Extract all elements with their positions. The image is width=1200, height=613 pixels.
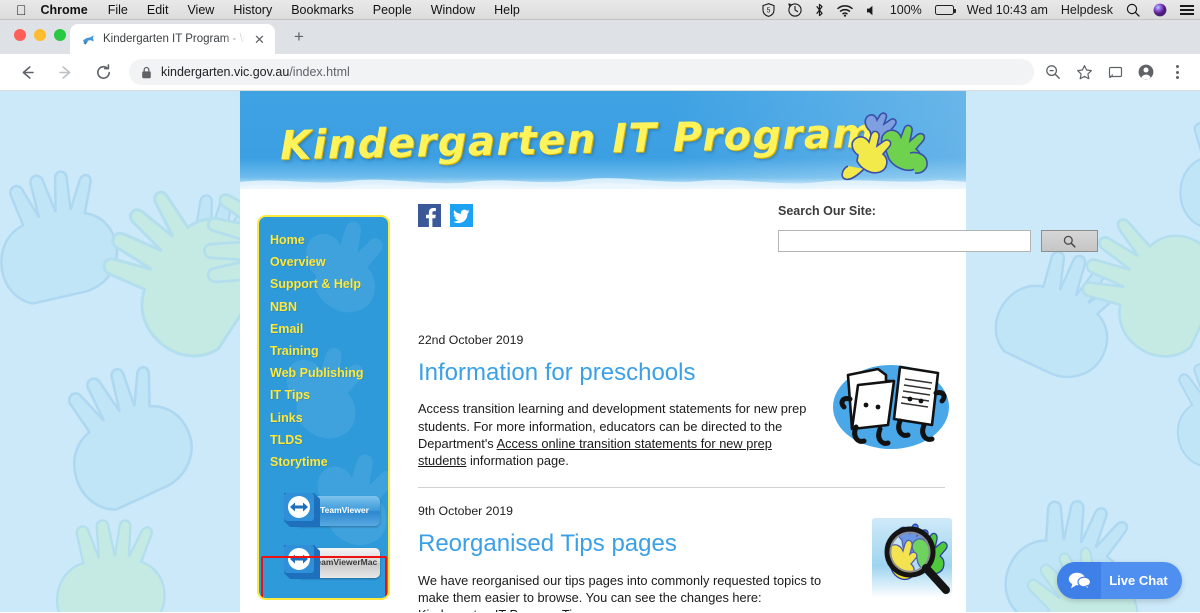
browser-tab-title: Kindergarten IT Program - Wel [103,33,245,45]
twitter-icon[interactable] [450,204,473,227]
window-traffic-lights [14,29,66,41]
menu-item-bookmarks[interactable]: Bookmarks [291,3,354,17]
sidebar-nav-list: Home Overview Support & Help NBN Email T… [259,217,388,473]
sidebar-item-home[interactable]: Home [270,229,388,251]
sidebar-item-it-tips[interactable]: IT Tips [270,384,388,406]
address-bar-host: kindergarten.vic.gov.au [161,65,290,79]
kebab-menu-icon[interactable] [1166,61,1188,83]
sidebar-item-storytime[interactable]: Storytime [270,451,388,473]
address-bar-path: /index.html [289,65,350,79]
search-icon [1063,235,1076,248]
macos-menu-bar:  Chrome File Edit View History Bookmark… [0,0,1200,20]
main-content: Search Our Site: 22nd October 2019 Infor… [418,204,1098,612]
volume-icon[interactable] [866,4,877,17]
sidebar-item-overview[interactable]: Overview [270,251,388,273]
reload-icon[interactable] [89,58,117,86]
live-chat-widget[interactable]: Live Chat [1057,562,1182,599]
article-body-text-after: information page. [466,453,569,468]
browser-toolbar: kindergarten.vic.gov.au /index.html [0,54,1200,91]
menu-item-people[interactable]: People [373,3,412,17]
battery-charging-icon[interactable] [934,5,956,15]
menu-item-help[interactable]: Help [494,3,520,17]
article-body: Access transition learning and developme… [418,400,822,469]
lock-icon [141,66,152,79]
bluetooth-icon[interactable] [815,3,824,17]
minimize-window-button[interactable] [34,29,46,41]
article-divider [418,487,945,489]
menu-item-edit[interactable]: Edit [147,3,169,17]
site-content-column: Kindergarten IT Program Home Overview Su… [240,91,1098,612]
time-machine-icon[interactable] [788,3,802,17]
close-window-button[interactable] [14,29,26,41]
site-banner: Kindergarten IT Program [240,91,966,199]
zoom-out-icon[interactable] [1042,61,1064,83]
sidebar-item-links[interactable]: Links [270,407,388,429]
cast-icon[interactable] [1104,61,1126,83]
notification-center-icon[interactable] [1180,5,1194,15]
folder-and-document-icon [833,365,949,449]
search-label: Search Our Site: [778,204,876,218]
sidebar-item-nbn[interactable]: NBN [270,296,388,318]
search-input[interactable] [778,230,1032,252]
profile-avatar-icon[interactable] [1135,61,1157,83]
back-arrow-icon[interactable] [13,58,41,86]
search-button[interactable] [1041,230,1098,252]
forward-arrow-icon[interactable] [51,58,79,86]
chat-bubble-icon [1057,562,1101,599]
article-body: We have reorganised our tips pages into … [418,572,822,612]
sidebar-item-tlds[interactable]: TLDS [270,429,388,451]
teamviewer-logo-icon [283,493,320,528]
shield-5-icon[interactable]: 5 [762,3,775,17]
menu-bar-status-area: 5 100% Wed 10:43 am Helpdesk [762,0,1194,20]
menu-item-history[interactable]: History [233,3,272,17]
site-favicon [81,32,96,47]
browser-tab-strip: Kindergarten IT Program - Wel ✕ + [0,20,1200,54]
browser-tab[interactable]: Kindergarten IT Program - Wel ✕ [70,24,275,54]
torn-paper-edge [240,178,966,199]
maximize-window-button[interactable] [54,29,66,41]
wifi-icon[interactable] [837,4,853,17]
address-bar[interactable]: kindergarten.vic.gov.au /index.html [129,59,1034,85]
clock-label[interactable]: Wed 10:43 am [967,3,1048,17]
facebook-icon[interactable] [418,204,441,227]
search-row [778,230,1098,252]
page-viewport: Kindergarten IT Program Home Overview Su… [0,91,1200,612]
live-chat-label: Live Chat [1109,573,1168,588]
teamviewer-mac-highlight-box [261,556,387,598]
close-icon[interactable]: ✕ [252,33,267,46]
sidebar-item-email[interactable]: Email [270,318,388,340]
magnifier-handprints-icon [872,518,952,599]
teamviewer-button-group: TeamViewer TeamViewer Mac [259,487,388,598]
svg-text:5: 5 [766,8,770,15]
sidebar-item-training[interactable]: Training [270,340,388,362]
menu-item-chrome[interactable]: Chrome [41,3,88,17]
news-article: 22nd October 2019 Information for presch… [418,333,949,489]
star-icon[interactable] [1073,61,1095,83]
teamviewer-button[interactable]: TeamViewer [270,487,380,533]
site-sidebar: Home Overview Support & Help NBN Email T… [257,215,390,600]
battery-percent-label: 100% [889,3,922,17]
menu-item-view[interactable]: View [187,3,214,17]
sidebar-item-support-help[interactable]: Support & Help [270,273,388,295]
menu-item-file[interactable]: File [108,3,128,17]
new-tab-button[interactable]: + [289,27,309,47]
menu-item-window[interactable]: Window [431,3,475,17]
sidebar-item-web-publishing[interactable]: Web Publishing [270,362,388,384]
article-title: Reorganised Tips pages [418,530,677,558]
user-label[interactable]: Helpdesk [1061,3,1113,17]
toolbar-icon-group [1042,61,1192,83]
article-link[interactable]: Kindergarten IT Program Tips [418,607,586,612]
article-date: 9th October 2019 [418,504,514,519]
apple-icon[interactable]:  [16,3,27,17]
site-search: Search Our Site: [778,204,1098,252]
news-article: 9th October 2019 Reorganised Tips pages … [418,504,952,612]
article-body-text: We have reorganised our tips pages into … [418,572,822,605]
siri-icon[interactable] [1153,3,1167,17]
spotlight-search-icon[interactable] [1126,3,1140,17]
